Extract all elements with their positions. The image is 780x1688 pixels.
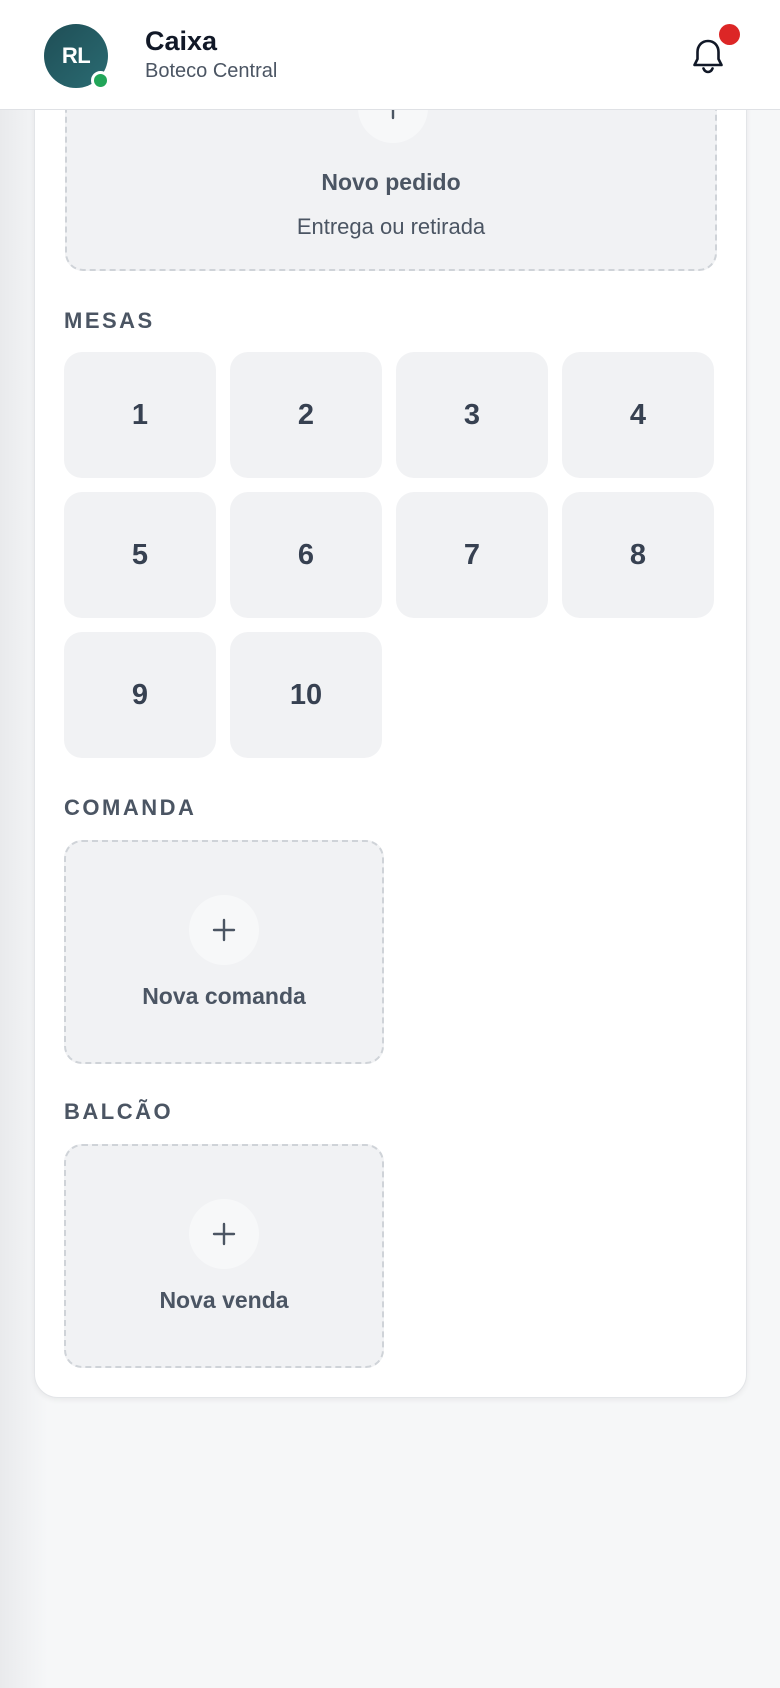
new-comanda-label: Nova comanda [142, 983, 306, 1009]
page-title: Caixa [145, 26, 218, 56]
new-comanda-button[interactable]: Nova comanda [64, 840, 384, 1064]
online-status-dot [91, 71, 110, 90]
table-button-3[interactable]: 3 [396, 352, 548, 478]
new-sale-button[interactable]: Nova venda [64, 1144, 384, 1368]
table-button-9[interactable]: 9 [64, 632, 216, 758]
table-button-7[interactable]: 7 [396, 492, 548, 618]
plus-icon [189, 895, 259, 965]
new-order-sublabel: Entrega ou retirada [296, 214, 486, 239]
app-header: RL Caixa Boteco Central [0, 0, 780, 110]
tables-section-title: MESAS [64, 308, 155, 333]
table-button-4[interactable]: 4 [562, 352, 714, 478]
table-button-5[interactable]: 5 [64, 492, 216, 618]
new-order-label: Novo pedido [321, 169, 461, 195]
table-button-1[interactable]: 1 [64, 352, 216, 478]
table-button-6[interactable]: 6 [230, 492, 382, 618]
table-button-8[interactable]: 8 [562, 492, 714, 618]
plus-icon [189, 1199, 259, 1269]
venue-name: Boteco Central [145, 60, 278, 82]
table-button-10[interactable]: 10 [230, 632, 382, 758]
new-sale-label: Nova venda [159, 1287, 289, 1313]
comanda-section-title: COMANDA [64, 795, 197, 820]
notification-badge [719, 24, 740, 45]
balcao-section-title: BALCÃO [64, 1099, 174, 1124]
table-button-2[interactable]: 2 [230, 352, 382, 478]
